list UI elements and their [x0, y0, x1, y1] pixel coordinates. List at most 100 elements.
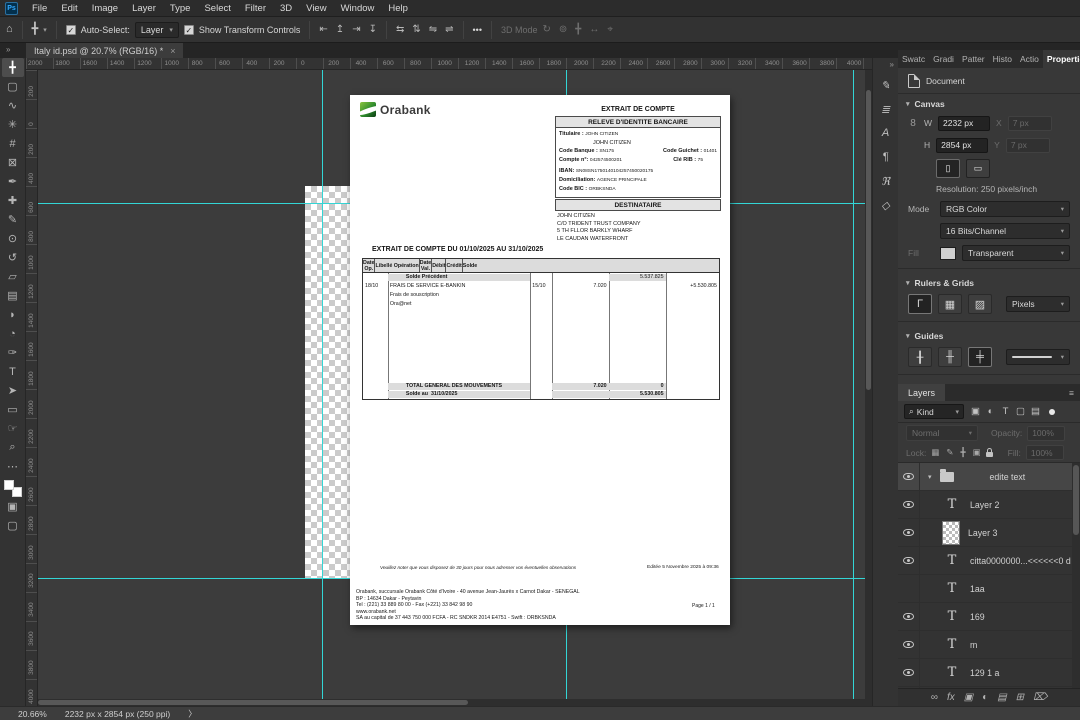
- filter-smart-objects-icon[interactable]: ▤: [1028, 406, 1043, 417]
- fill-dropdown[interactable]: Transparent ▾: [962, 245, 1070, 261]
- shape-tool[interactable]: ▭: [2, 400, 24, 419]
- quick-selection-tool[interactable]: ✳: [2, 115, 24, 134]
- new-adjustment-layer-icon[interactable]: ◐: [982, 692, 988, 703]
- guides-section-header[interactable]: ▾ Guides: [898, 326, 1080, 344]
- rulers-grids-section-header[interactable]: ▾ Rulers & Grids: [898, 273, 1080, 291]
- menu-item[interactable]: 3D: [273, 3, 299, 14]
- tool-preset-caret-icon[interactable]: ▾: [43, 26, 47, 34]
- show-transform-checkbox[interactable]: ✓: [183, 24, 194, 35]
- crop-tool[interactable]: #: [2, 134, 24, 153]
- layer-visibility-toggle[interactable]: [898, 491, 920, 518]
- layer-name[interactable]: 169: [970, 612, 985, 622]
- layer-name[interactable]: 1aa: [970, 584, 985, 594]
- layer-row[interactable]: ▾ T Layer 2: [898, 491, 1080, 519]
- close-icon[interactable]: ×: [170, 46, 175, 56]
- panel-tab[interactable]: Properties: [1042, 50, 1080, 68]
- menu-item[interactable]: View: [299, 3, 333, 14]
- layer-name[interactable]: Layer 2: [970, 500, 999, 510]
- layer-visibility-toggle[interactable]: [898, 463, 920, 490]
- horizontal-scrollbar[interactable]: [38, 699, 872, 706]
- link-dimensions-icon[interactable]: 8: [908, 118, 918, 129]
- document-tab[interactable]: Italy id.psd @ 20.7% (RGB/16) * ×: [26, 43, 184, 58]
- filter-pixel-layers-icon[interactable]: ▣: [968, 406, 983, 417]
- layers-scrollbar[interactable]: [1072, 463, 1080, 688]
- foreground-background-colors[interactable]: [3, 480, 22, 497]
- align-right-icon[interactable]: ⇥: [352, 24, 360, 35]
- units-dropdown[interactable]: Pixels ▾: [1006, 296, 1070, 312]
- history-brush-tool[interactable]: ↺: [2, 248, 24, 267]
- path-select-tool[interactable]: ➤: [2, 381, 24, 400]
- layer-row[interactable]: ▾ edite text: [898, 463, 1080, 491]
- toggle-guides-button[interactable]: ╂: [908, 347, 932, 367]
- layer-row[interactable]: ▾ T 1aa: [898, 575, 1080, 603]
- layer-filter-kind-dropdown[interactable]: ⌕ Kind ▾: [904, 404, 964, 419]
- more-options-icon[interactable]: •••: [473, 25, 482, 35]
- guide-vertical[interactable]: [322, 70, 323, 706]
- layer-visibility-toggle[interactable]: [898, 659, 920, 686]
- layer-name[interactable]: citta0000000...<<<<<<0 d: [970, 556, 1071, 566]
- layers-menu-icon[interactable]: ≡: [1063, 384, 1080, 401]
- panel-tab[interactable]: Gradi: [929, 50, 958, 68]
- 3d-panel-icon[interactable]: ◇: [875, 193, 897, 217]
- vertical-ruler[interactable]: 200 0 200 400 600 800 1000 1200 1400 1600 1800 2000…: [26, 70, 38, 706]
- hand-tool[interactable]: ☞: [2, 419, 24, 438]
- layer-visibility-toggle[interactable]: [898, 603, 920, 630]
- group-expand-icon[interactable]: ▾: [928, 473, 932, 481]
- orientation-landscape-button[interactable]: ▭: [966, 158, 990, 178]
- align-bottom-icon[interactable]: ↧: [369, 24, 377, 35]
- menu-item[interactable]: Layer: [125, 3, 163, 14]
- foreground-color-swatch[interactable]: [3, 480, 14, 490]
- layer-row[interactable]: ▾ T 129 1 a: [898, 659, 1080, 687]
- healing-brush-tool[interactable]: ✚: [2, 191, 24, 210]
- type-tool[interactable]: T: [2, 362, 24, 381]
- more-tools[interactable]: ⋯: [2, 457, 24, 476]
- auto-select-checkbox[interactable]: ✓: [65, 24, 76, 35]
- clone-stamp-tool[interactable]: ⊙: [2, 229, 24, 248]
- layer-visibility-toggle[interactable]: [898, 547, 920, 574]
- zoom-tool[interactable]: ⌕: [2, 438, 24, 457]
- status-chevron-icon[interactable]: 〉: [188, 708, 197, 720]
- layer-row[interactable]: ▾ Layer 3: [898, 519, 1080, 547]
- canvas-viewport[interactable]: Orabank EXTRAIT DE COMPTE RELEVE D'IDENT…: [38, 70, 872, 706]
- dock-collapse-icon[interactable]: »: [890, 58, 898, 73]
- lock-transparency-icon[interactable]: ▦: [931, 447, 939, 458]
- panel-tab[interactable]: Swatc: [898, 50, 929, 68]
- home-icon[interactable]: ⌂: [6, 24, 13, 35]
- panel-tab[interactable]: Patter: [958, 50, 989, 68]
- layer-effects-icon[interactable]: fx: [947, 692, 955, 703]
- orientation-portrait-button[interactable]: ▯: [936, 158, 960, 178]
- blur-tool[interactable]: ◗: [2, 305, 24, 324]
- filter-adjustment-layers-icon[interactable]: ◐: [983, 406, 998, 417]
- eraser-tool[interactable]: ▱: [2, 267, 24, 286]
- layer-name[interactable]: edite text: [990, 472, 1026, 482]
- filter-toggle-icon[interactable]: [1049, 408, 1055, 415]
- fill-color-swatch[interactable]: [940, 246, 956, 260]
- layer-visibility-toggle[interactable]: [898, 631, 920, 658]
- quick-mask-button[interactable]: ▣: [2, 497, 24, 516]
- zoom-level[interactable]: 20.66%: [18, 709, 47, 719]
- paragraph-panel-icon[interactable]: ¶: [875, 145, 897, 169]
- menu-item[interactable]: File: [25, 3, 54, 14]
- pen-tool[interactable]: ✑: [2, 343, 24, 362]
- menu-item[interactable]: Type: [163, 3, 198, 14]
- lock-pixels-icon[interactable]: ✎: [946, 447, 953, 458]
- guide-vertical[interactable]: [853, 70, 854, 706]
- menu-item[interactable]: Filter: [238, 3, 273, 14]
- eyedropper-tool[interactable]: ✒: [2, 172, 24, 191]
- brush-settings-icon[interactable]: ✎: [875, 73, 897, 97]
- frame-tool[interactable]: ⊠: [2, 153, 24, 172]
- clear-guides-button[interactable]: ╪: [968, 347, 992, 367]
- distribute-vertical-icon[interactable]: ⇅: [412, 24, 420, 35]
- menu-item[interactable]: Image: [85, 3, 125, 14]
- align-left-icon[interactable]: ⇤: [319, 24, 327, 35]
- lasso-tool[interactable]: ∿: [2, 96, 24, 115]
- brush-tool[interactable]: ✎: [2, 210, 24, 229]
- guide-style-dropdown[interactable]: ▾: [1006, 349, 1070, 365]
- layer-visibility-toggle[interactable]: [898, 575, 920, 602]
- menu-item[interactable]: Help: [381, 3, 415, 14]
- toggle-pixel-grid-button[interactable]: ▨: [968, 294, 992, 314]
- panel-tab[interactable]: Histo: [989, 50, 1016, 68]
- gradient-tool[interactable]: ▤: [2, 286, 24, 305]
- lock-all-icon[interactable]: [985, 447, 993, 457]
- document-page[interactable]: Orabank EXTRAIT DE COMPTE RELEVE D'IDENT…: [350, 95, 730, 625]
